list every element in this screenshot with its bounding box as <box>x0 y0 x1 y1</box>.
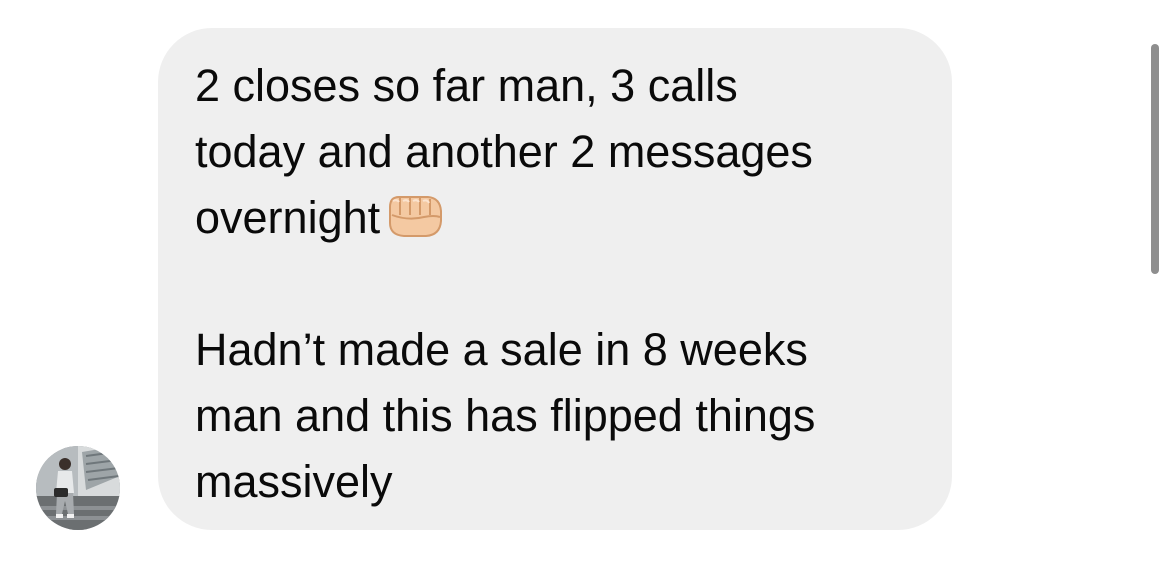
message-line-text: overnight <box>195 192 381 243</box>
message-line: 2 closes so far man, 3 calls <box>195 60 738 111</box>
avatar-photo <box>36 446 120 530</box>
message-line: today and another 2 messages <box>195 126 813 177</box>
message-line-with-emoji: overnight <box>195 185 916 251</box>
message-line: Hadn’t made a sale in 8 weeks <box>195 324 808 375</box>
scrollbar[interactable] <box>1151 44 1159 274</box>
fist-bump-emoji-icon <box>384 191 444 257</box>
chat-view: 2 closes so far man, 3 calls today and a… <box>0 0 1170 564</box>
message-line: man and this has flipped things <box>195 390 816 441</box>
avatar[interactable] <box>36 446 120 530</box>
message-bubble[interactable]: 2 closes so far man, 3 calls today and a… <box>158 28 952 530</box>
message-line: massively <box>195 456 393 507</box>
